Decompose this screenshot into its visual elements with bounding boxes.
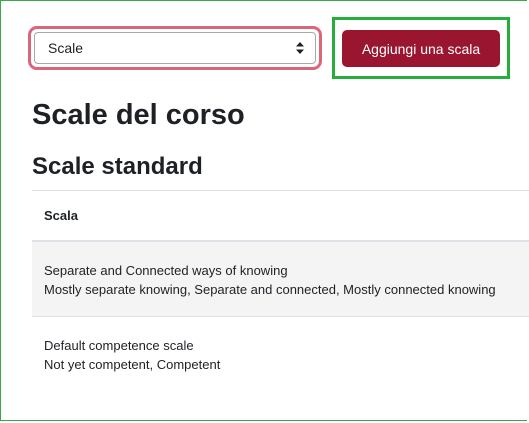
- scale-select-value: Scale: [48, 40, 84, 56]
- table-row: Default competence scale Not yet compete…: [32, 317, 529, 392]
- scale-items: Not yet competent, Competent: [44, 357, 221, 372]
- scale-select[interactable]: Scale: [28, 26, 322, 70]
- add-scale-button[interactable]: Aggiungi una scala: [342, 30, 500, 67]
- scale-name: Default competence scale: [44, 338, 194, 353]
- scale-items: Mostly separate knowing, Separate and co…: [44, 282, 496, 297]
- column-header-scale: Scala: [44, 208, 78, 223]
- section-title: Scale standard: [32, 153, 203, 180]
- page-title: Scale del corso: [32, 99, 245, 131]
- sort-arrows-icon: [296, 42, 304, 54]
- scale-select-field[interactable]: Scale: [34, 32, 316, 64]
- scale-name: Separate and Connected ways of knowing: [44, 263, 288, 278]
- table-row: Separate and Connected ways of knowing M…: [32, 242, 529, 317]
- scales-table: Scala Separate and Connected ways of kno…: [32, 190, 529, 392]
- table-header: Scala: [32, 190, 529, 242]
